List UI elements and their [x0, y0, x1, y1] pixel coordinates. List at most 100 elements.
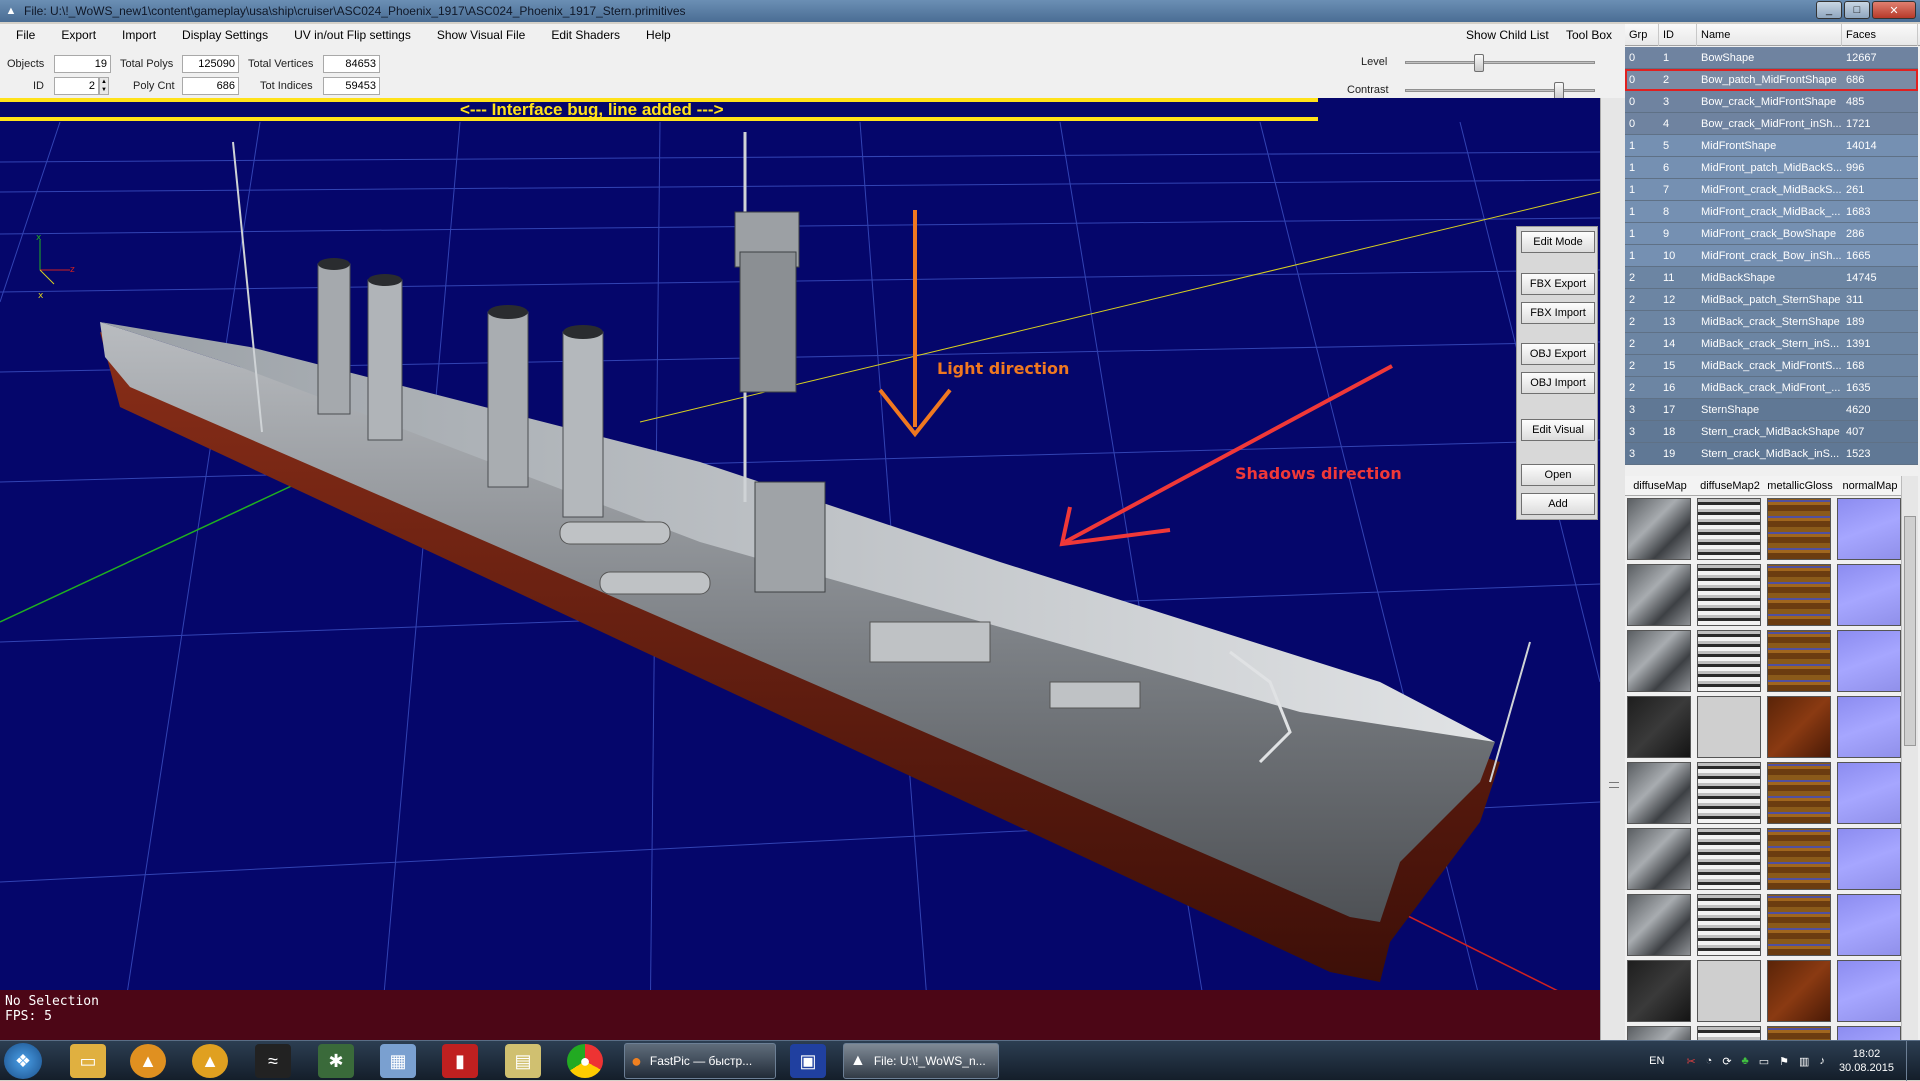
network-icon[interactable]: ▥ — [1799, 1055, 1809, 1068]
taskbar-active-app[interactable]: ▲ File: U:\!_WoWS_n... — [843, 1043, 999, 1079]
taskbar-app-3[interactable]: ≈ — [255, 1043, 291, 1079]
texture-thumbnail[interactable] — [1837, 630, 1901, 692]
texture-thumbnail[interactable] — [1837, 1026, 1901, 1040]
texture-scroll-thumb[interactable] — [1904, 516, 1916, 746]
texture-thumbnail[interactable] — [1627, 564, 1691, 626]
col-grp[interactable]: Grp — [1625, 24, 1659, 46]
menu-export[interactable]: Export — [45, 28, 106, 42]
minimize-button[interactable]: _ — [1816, 1, 1842, 19]
tray-icon-5[interactable]: ▭ — [1759, 1055, 1769, 1068]
texture-thumbnail[interactable] — [1837, 960, 1901, 1022]
texture-thumbnail[interactable] — [1627, 894, 1691, 956]
id-field[interactable]: 2 — [54, 77, 99, 95]
table-row[interactable]: 0 2 Bow_patch_MidFrontShape 686 — [1625, 69, 1918, 91]
table-row[interactable]: 0 3 Bow_crack_MidFrontShape 485 — [1625, 91, 1918, 113]
table-row[interactable]: 2 16 MidBack_crack_MidFront_... 1635 — [1625, 377, 1918, 399]
taskbar-app-5[interactable]: ▮ — [442, 1043, 478, 1079]
texture-thumbnail[interactable] — [1627, 762, 1691, 824]
texture-thumbnail[interactable] — [1697, 1026, 1761, 1040]
texture-thumbnail[interactable] — [1697, 498, 1761, 560]
texture-thumbnail[interactable] — [1627, 696, 1691, 758]
texture-thumbnail[interactable] — [1627, 630, 1691, 692]
menu-import[interactable]: Import — [106, 28, 166, 42]
add-button[interactable]: Add — [1521, 493, 1595, 515]
texture-thumbnail[interactable] — [1697, 960, 1761, 1022]
texture-thumbnail[interactable] — [1767, 630, 1831, 692]
texture-thumbnail[interactable] — [1837, 894, 1901, 956]
texture-thumbnail[interactable] — [1697, 762, 1761, 824]
texture-thumbnail[interactable] — [1697, 696, 1761, 758]
tray-icon-4[interactable]: ♣ — [1742, 1055, 1749, 1067]
texture-thumbnail[interactable] — [1837, 828, 1901, 890]
taskbar-app-4[interactable]: ✱ — [318, 1043, 354, 1079]
table-row[interactable]: 3 18 Stern_crack_MidBackShape 407 — [1625, 421, 1918, 443]
volume-icon[interactable]: ♪ — [1819, 1055, 1825, 1067]
col-name[interactable]: Name — [1697, 24, 1842, 46]
table-row[interactable]: 1 8 MidFront_crack_MidBack_... 1683 — [1625, 201, 1918, 223]
taskbar-save-app[interactable]: ▣ — [790, 1043, 826, 1079]
edit-visual-button[interactable]: Edit Visual — [1521, 419, 1595, 441]
table-row[interactable]: 2 13 MidBack_crack_SternShape 189 — [1625, 311, 1918, 333]
table-row[interactable]: 2 12 MidBack_patch_SternShape 311 — [1625, 289, 1918, 311]
taskbar-app-2[interactable]: ▲ — [192, 1043, 228, 1079]
table-row[interactable]: 1 7 MidFront_crack_MidBackS... 261 — [1625, 179, 1918, 201]
show-child-list-button[interactable]: Show Child List — [1466, 28, 1549, 42]
texture-thumbnail[interactable] — [1697, 630, 1761, 692]
close-button[interactable]: ✕ — [1872, 1, 1916, 19]
texture-scrollbar[interactable] — [1901, 476, 1918, 1040]
texture-thumbnail[interactable] — [1627, 828, 1691, 890]
flag-icon[interactable]: ⚑ — [1779, 1055, 1789, 1068]
start-button[interactable]: ❖ — [4, 1043, 42, 1079]
taskbar-firefox[interactable]: ● FastPic — быстр... — [624, 1043, 776, 1079]
obj-import-button[interactable]: OBJ Import — [1521, 372, 1595, 394]
show-desktop-button[interactable] — [1906, 1041, 1920, 1081]
taskbar-app-1[interactable]: ▲ — [130, 1043, 166, 1079]
level-slider-thumb[interactable] — [1474, 54, 1484, 72]
texture-thumbnail[interactable] — [1627, 498, 1691, 560]
taskbar-calculator[interactable]: ▦ — [380, 1043, 416, 1079]
menu-uv-flip-settings[interactable]: UV in/out Flip settings — [278, 28, 421, 42]
menu-edit-shaders[interactable]: Edit Shaders — [535, 28, 630, 42]
tray-icon-1[interactable]: ✂ — [1686, 1055, 1695, 1068]
texture-thumbnail[interactable] — [1767, 960, 1831, 1022]
splitter-grip[interactable] — [1609, 782, 1619, 788]
texture-thumbnail[interactable] — [1697, 894, 1761, 956]
texture-thumbnail[interactable] — [1837, 564, 1901, 626]
table-row[interactable]: 2 15 MidBack_crack_MidFrontS... 168 — [1625, 355, 1918, 377]
texture-thumbnail[interactable] — [1767, 828, 1831, 890]
col-faces[interactable]: Faces — [1842, 24, 1918, 46]
table-row[interactable]: 3 17 SternShape 4620 — [1625, 399, 1918, 421]
table-row[interactable]: 2 14 MidBack_crack_Stern_inS... 1391 — [1625, 333, 1918, 355]
table-row[interactable]: 1 9 MidFront_crack_BowShape 286 — [1625, 223, 1918, 245]
texture-thumbnail[interactable] — [1627, 1026, 1691, 1040]
menu-show-visual-file[interactable]: Show Visual File — [421, 28, 536, 42]
table-row[interactable]: 2 11 MidBackShape 14745 — [1625, 267, 1918, 289]
texture-thumbnail[interactable] — [1767, 564, 1831, 626]
id-stepper[interactable]: ▲ ▼ — [99, 77, 109, 95]
fbx-export-button[interactable]: FBX Export — [1521, 273, 1595, 295]
table-row[interactable]: 0 1 BowShape 12667 — [1625, 47, 1918, 69]
col-id[interactable]: ID — [1659, 24, 1697, 46]
texture-thumbnail[interactable] — [1837, 762, 1901, 824]
table-row[interactable]: 1 10 MidFront_crack_Bow_inSh... 1665 — [1625, 245, 1918, 267]
edit-mode-button[interactable]: Edit Mode — [1521, 231, 1595, 253]
menu-display-settings[interactable]: Display Settings — [166, 28, 278, 42]
texture-thumbnail[interactable] — [1767, 1026, 1831, 1040]
taskbar-app-6[interactable]: ▤ — [505, 1043, 541, 1079]
texture-thumbnail[interactable] — [1767, 762, 1831, 824]
table-row[interactable]: 1 5 MidFrontShape 14014 — [1625, 135, 1918, 157]
3d-viewport[interactable]: <--- Interface bug, line added ---> x z … — [0, 98, 1600, 1040]
splitter[interactable] — [1600, 98, 1625, 1040]
fbx-import-button[interactable]: FBX Import — [1521, 302, 1595, 324]
texture-thumbnail[interactable] — [1837, 696, 1901, 758]
contrast-slider[interactable] — [1405, 82, 1595, 100]
table-row[interactable]: 1 6 MidFront_patch_MidBackS... 996 — [1625, 157, 1918, 179]
tray-icon-2[interactable]: ◔ — [1706, 1055, 1713, 1067]
texture-thumbnail[interactable] — [1627, 960, 1691, 1022]
level-slider[interactable] — [1405, 54, 1595, 72]
taskbar-chrome[interactable]: ● — [567, 1043, 603, 1079]
texture-thumbnail[interactable] — [1837, 498, 1901, 560]
obj-export-button[interactable]: OBJ Export — [1521, 343, 1595, 365]
language-indicator[interactable]: EN — [1649, 1055, 1664, 1067]
open-button[interactable]: Open — [1521, 464, 1595, 486]
